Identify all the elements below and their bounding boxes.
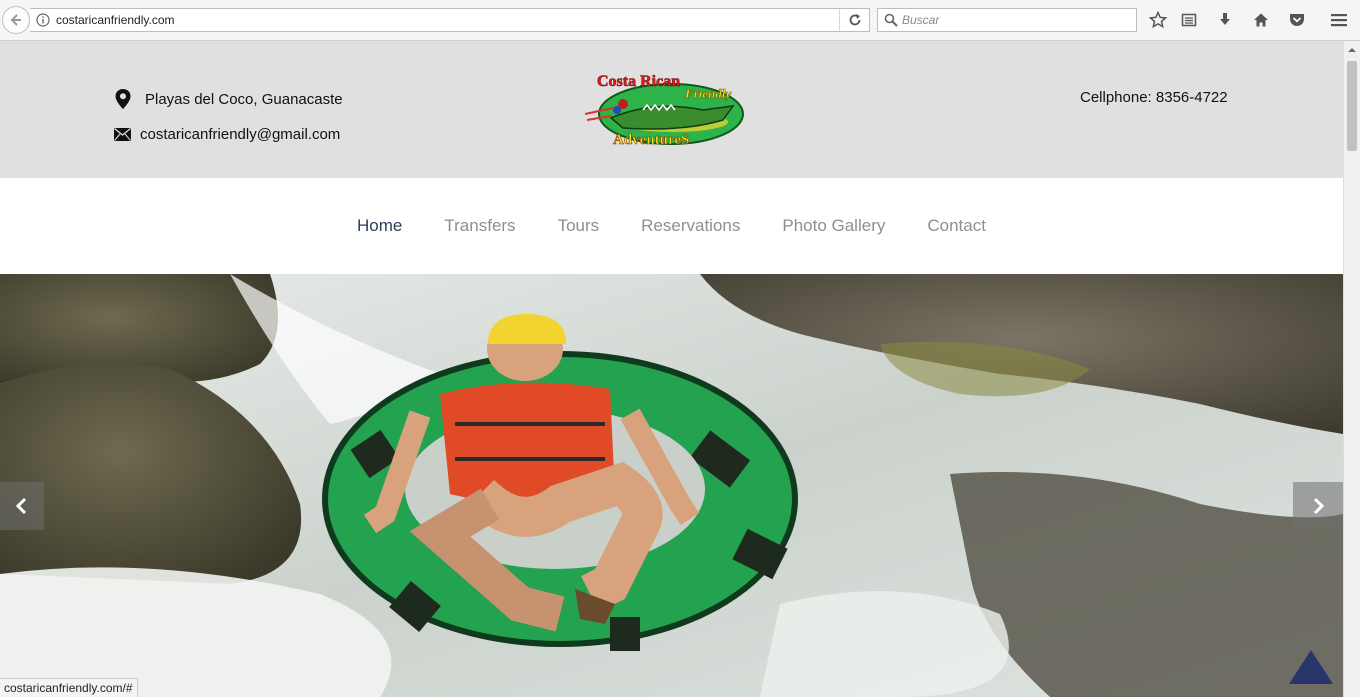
address-bar[interactable]: costaricanfriendly.com xyxy=(30,8,870,32)
reading-list-icon[interactable] xyxy=(1179,10,1199,30)
email-info: costaricanfriendly@gmail.com xyxy=(114,126,340,143)
main-nav: Home Transfers Tours Reservations Photo … xyxy=(0,178,1343,274)
cellphone-text: Cellphone: 8356-4722 xyxy=(1080,89,1228,106)
back-to-top-button[interactable] xyxy=(1287,648,1335,686)
nav-item-photo-gallery[interactable]: Photo Gallery xyxy=(782,216,885,236)
envelope-icon xyxy=(114,128,131,141)
nav-item-transfers[interactable]: Transfers xyxy=(444,216,515,236)
menu-hamburger-icon[interactable] xyxy=(1329,10,1349,30)
site-info-icon[interactable] xyxy=(30,13,56,27)
scroll-up-icon[interactable] xyxy=(1344,43,1360,57)
nav-item-reservations[interactable]: Reservations xyxy=(641,216,740,236)
pocket-icon[interactable] xyxy=(1287,10,1307,30)
search-bar[interactable]: Buscar xyxy=(877,8,1137,32)
hero-slider xyxy=(0,274,1343,697)
nav-item-contact[interactable]: Contact xyxy=(927,216,986,236)
site-logo[interactable]: Costa Rican Friendly AdventureS xyxy=(583,70,755,150)
browser-toolbar: costaricanfriendly.com Buscar xyxy=(0,0,1360,41)
location-info: Playas del Coco, Guanacaste xyxy=(115,89,343,109)
page-scrollbar[interactable] xyxy=(1343,41,1360,697)
reload-icon[interactable] xyxy=(839,9,869,31)
bookmark-star-icon[interactable] xyxy=(1148,10,1168,30)
slider-prev-button[interactable] xyxy=(0,482,44,530)
map-pin-icon xyxy=(115,89,131,109)
back-button[interactable] xyxy=(2,6,30,34)
url-text[interactable]: costaricanfriendly.com xyxy=(56,13,175,27)
scroll-thumb[interactable] xyxy=(1347,61,1357,151)
hero-image xyxy=(0,274,1343,697)
slider-next-button[interactable] xyxy=(1293,482,1343,530)
logo-text-adventures: AdventureS xyxy=(613,132,689,148)
logo-text-costa-rican: Costa Rican xyxy=(597,73,680,90)
search-icon xyxy=(884,13,898,27)
chevron-right-icon xyxy=(1313,497,1325,515)
status-bar: costaricanfriendly.com/# xyxy=(0,678,138,697)
location-text: Playas del Coco, Guanacaste xyxy=(145,90,343,108)
nav-items: Home Transfers Tours Reservations Photo … xyxy=(0,216,1343,236)
search-placeholder: Buscar xyxy=(902,13,940,27)
back-arrow-icon xyxy=(10,14,21,26)
download-icon[interactable] xyxy=(1215,10,1235,30)
email-link[interactable]: costaricanfriendly@gmail.com xyxy=(140,126,340,143)
chevron-left-icon xyxy=(15,497,27,515)
cellphone-info: Cellphone: 8356-4722 xyxy=(1080,89,1228,106)
home-icon[interactable] xyxy=(1251,10,1271,30)
site-header: Playas del Coco, Guanacaste costaricanfr… xyxy=(0,41,1343,178)
nav-item-tours[interactable]: Tours xyxy=(558,216,600,236)
logo-text-friendly: Friendly xyxy=(684,86,731,101)
nav-item-home[interactable]: Home xyxy=(357,216,402,236)
